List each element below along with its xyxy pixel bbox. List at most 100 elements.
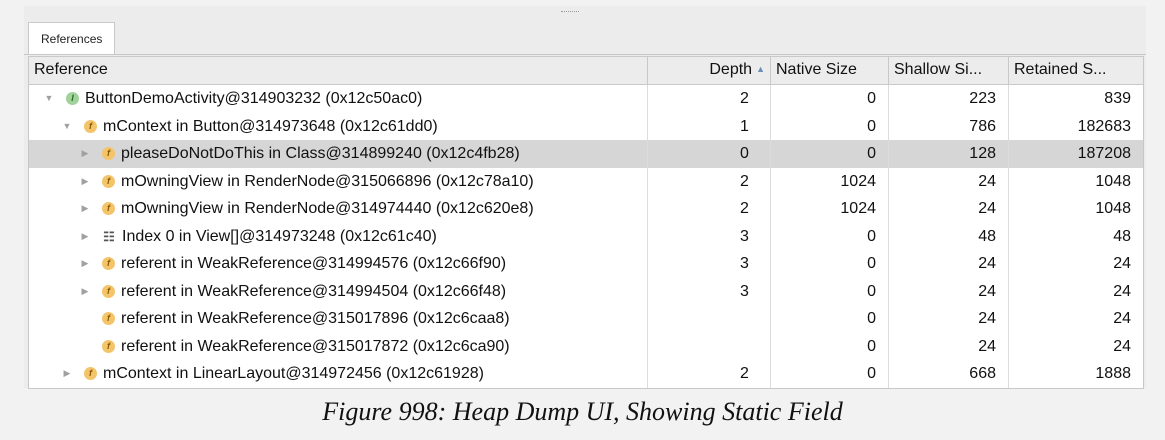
expand-right-arrow-icon[interactable]: ▶ (78, 140, 92, 168)
native-size-cell: 1024 (771, 195, 889, 223)
reference-cell: ▶ f pleaseDoNotDoThis in Class@314899240 (… (29, 140, 648, 168)
figure-caption: Figure 998: Heap Dump UI, Showing Static… (322, 397, 843, 426)
reference-cell: ▶ f referent in WeakReference@314994576 (0… (29, 250, 648, 278)
reference-name: mOwningView in RenderNode@315066896 (0x1… (121, 172, 534, 190)
table-row[interactable]: ▶ f mOwningView in RenderNode@315066896 (0… (29, 167, 1143, 196)
reference-name: referent in WeakReference@315017872 (0x1… (121, 337, 510, 355)
native-size-cell: 0 (771, 332, 889, 360)
native-size-cell: 0 (771, 360, 889, 388)
field-icon: f (102, 202, 115, 216)
table-row[interactable]: ▶ f mOwningView in RenderNode@314974440 (0… (29, 195, 1143, 223)
table-row[interactable]: ▶ f pleaseDoNotDoThis in Class@314899240 (… (29, 140, 1143, 168)
depth-cell: 2 (648, 85, 771, 113)
column-label: Shallow Si... (894, 61, 983, 78)
field-icon: f (84, 367, 97, 381)
retained-size-cell: 24 (1113, 282, 1131, 300)
reference-name: mContext in LinearLayout@314972456 (0x12… (103, 365, 484, 382)
tab-references[interactable]: References (28, 22, 116, 54)
column-header-retained-size[interactable]: Retained S... (1009, 57, 1143, 84)
depth-cell: 2 (648, 360, 771, 388)
table-row[interactable]: ▶ f mContext in LinearLayout@314972456 (0x… (29, 360, 1143, 388)
sort-ascending-icon: ▲ (756, 64, 765, 74)
native-size-cell: 0 (771, 112, 889, 140)
references-table: Reference Depth ▲ Native Size Shallow Si.… (28, 56, 1144, 389)
reference-cell: ▶freferent in WeakReference@315017872 (0… (29, 332, 648, 360)
field-icon: f (102, 147, 115, 161)
table-row[interactable]: ▼ f mContext in Button@314973648 (0x12c61d… (29, 112, 1143, 141)
table-row[interactable]: ▼ I ButtonDemoActivity@314903232 (0x12c50a… (29, 85, 1143, 113)
field-icon: f (102, 284, 115, 298)
column-label: Reference (34, 61, 108, 78)
array-icon: ☷ (103, 228, 115, 244)
field-icon: f (102, 257, 115, 271)
column-label: Native Size (776, 61, 857, 78)
table-row[interactable]: ▶freferent in WeakReference@315017872 (0… (29, 332, 1143, 360)
field-icon: f (102, 312, 115, 326)
reference-name: referent in WeakReference@314994504 (0x1… (121, 282, 507, 300)
reference-name: ButtonDemoActivity@314903232 (0x12c50ac0… (85, 90, 423, 107)
field-icon: f (102, 339, 115, 353)
retained-size-cell: 1048 (1095, 200, 1131, 217)
depth-cell: 3 (648, 222, 771, 250)
expand-right-arrow-icon[interactable]: ▶ (60, 360, 74, 388)
depth-cell: 2 (648, 167, 771, 195)
reference-name: mOwningView in RenderNode@314974440 (0x1… (121, 200, 534, 217)
expand-down-arrow-icon[interactable]: ▼ (60, 113, 74, 141)
table-header: Reference Depth ▲ Native Size Shallow Si.… (29, 56, 1143, 85)
shallow-size-cell: 24 (889, 305, 1009, 333)
native-size-cell: 0 (771, 222, 889, 250)
column-label: Retained S... (1014, 61, 1107, 78)
shallow-size-cell: 223 (889, 85, 1009, 113)
depth-cell: 1 (648, 112, 771, 140)
retained-size-cell: 1048 (1095, 172, 1131, 190)
reference-name: pleaseDoNotDoThis in Class@314899240 (0x… (121, 145, 520, 162)
depth-cell (648, 332, 771, 360)
table-row[interactable]: ▶freferent in WeakReference@315017896 (0… (29, 305, 1143, 333)
panel-resize-handle[interactable] (561, 11, 579, 12)
instance-icon: I (66, 92, 79, 106)
column-header-reference[interactable]: Reference (29, 57, 648, 84)
reference-cell: ▶freferent in WeakReference@315017896 (0… (29, 305, 648, 333)
native-size-cell: 0 (771, 305, 889, 333)
depth-cell: 3 (648, 277, 771, 305)
shallow-size-cell: 48 (889, 222, 1009, 250)
reference-cell: ▶ f mOwningView in RenderNode@315066896 (0… (29, 167, 648, 196)
field-icon: f (84, 119, 97, 133)
table-row[interactable]: ▶ f referent in WeakReference@314994576 (0… (29, 250, 1143, 278)
depth-cell: 2 (648, 195, 771, 223)
native-size-cell: 0 (771, 277, 889, 305)
depth-cell: 3 (648, 250, 771, 278)
retained-size-cell: 24 (1113, 310, 1131, 327)
native-size-cell: 1024 (771, 167, 889, 195)
reference-cell: ▼ f mContext in Button@314973648 (0x12c61d… (29, 112, 648, 141)
native-size-cell: 0 (771, 250, 889, 278)
table-row[interactable]: ▶ ☷ Index 0 in View[]@314973248 (0x12c61c4… (29, 222, 1143, 251)
reference-cell: ▶ f mContext in LinearLayout@314972456 (0x… (29, 360, 648, 388)
retained-size-cell: 182683 (1077, 117, 1131, 135)
expand-right-arrow-icon[interactable]: ▶ (78, 168, 92, 196)
shallow-size-cell: 128 (889, 140, 1009, 168)
shallow-size-cell: 786 (889, 112, 1009, 140)
column-header-native-size[interactable]: Native Size (771, 57, 889, 84)
depth-cell (648, 305, 771, 333)
expand-right-arrow-icon[interactable]: ▶ (78, 250, 92, 278)
expand-right-arrow-icon[interactable]: ▶ (78, 195, 92, 223)
reference-cell: ▼ I ButtonDemoActivity@314903232 (0x12c50a… (29, 85, 648, 113)
expand-right-arrow-icon[interactable]: ▶ (78, 223, 92, 251)
table-row[interactable]: ▶ f referent in WeakReference@314994504 (0… (29, 277, 1143, 306)
column-header-shallow-size[interactable]: Shallow Si... (889, 57, 1009, 84)
table-body: ▼ I ButtonDemoActivity@314903232 (0x12c50a… (29, 85, 1143, 388)
retained-size-cell: 187208 (1077, 145, 1131, 162)
expand-right-arrow-icon[interactable]: ▶ (78, 278, 92, 306)
reference-cell: ▶ f mOwningView in RenderNode@314974440 (0… (29, 195, 648, 223)
reference-name: Index 0 in View[]@314973248 (0x12c61c40) (122, 227, 437, 245)
column-label: Depth (709, 61, 753, 78)
reference-name: referent in WeakReference@314994576 (0x1… (121, 255, 507, 272)
shallow-size-cell: 24 (889, 332, 1009, 360)
reference-name: referent in WeakReference@315017896 (0x1… (121, 310, 510, 327)
depth-cell: 0 (648, 140, 771, 168)
shallow-size-cell: 668 (889, 360, 1009, 388)
expand-down-arrow-icon[interactable]: ▼ (42, 85, 56, 113)
column-header-depth[interactable]: Depth ▲ (648, 57, 771, 84)
retained-size-cell: 24 (1113, 337, 1131, 355)
